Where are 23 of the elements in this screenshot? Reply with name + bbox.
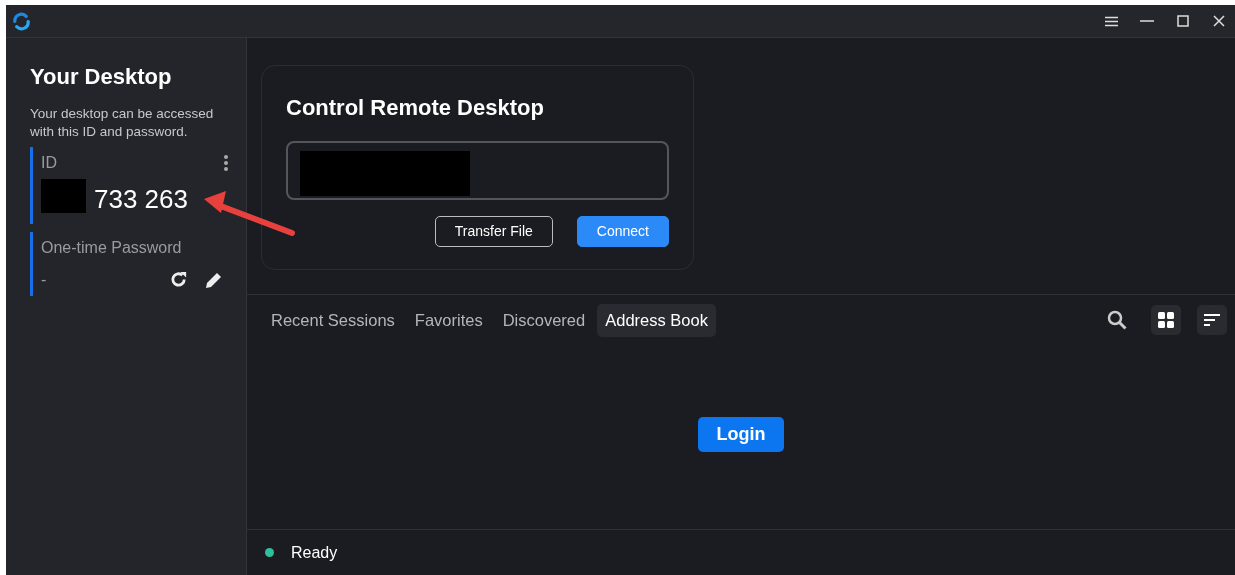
tab[interactable]: Recent Sessions	[263, 304, 403, 337]
tab[interactable]: Address Book	[597, 304, 716, 337]
sort-icon	[1204, 314, 1220, 327]
more-options-icon[interactable]	[224, 154, 228, 171]
card-title: Control Remote Desktop	[286, 94, 545, 122]
grid-view-button[interactable]	[1151, 305, 1181, 336]
section-title: Your Desktop	[30, 63, 173, 91]
refresh-icon[interactable]	[169, 269, 188, 289]
tab[interactable]: Favorites	[406, 304, 491, 337]
sort-button[interactable]	[1197, 305, 1227, 336]
login-button[interactable]: Login	[697, 416, 785, 452]
tab[interactable]: Discovered	[494, 304, 594, 337]
search-icon[interactable]	[1107, 310, 1127, 331]
id-value: 733 263	[94, 182, 188, 216]
status-text: Ready	[291, 542, 338, 563]
id-input-field[interactable]	[286, 141, 669, 200]
transfer-file-button[interactable]: Transfer File	[434, 216, 553, 247]
field-label: One-time Password	[41, 237, 183, 258]
field-label: ID	[41, 152, 57, 173]
logo-icon	[12, 11, 31, 31]
grid-icon	[1158, 312, 1174, 329]
password-value: -	[41, 269, 47, 290]
description-text: Your desktop can be accessed with this ID and password.	[30, 105, 215, 141]
